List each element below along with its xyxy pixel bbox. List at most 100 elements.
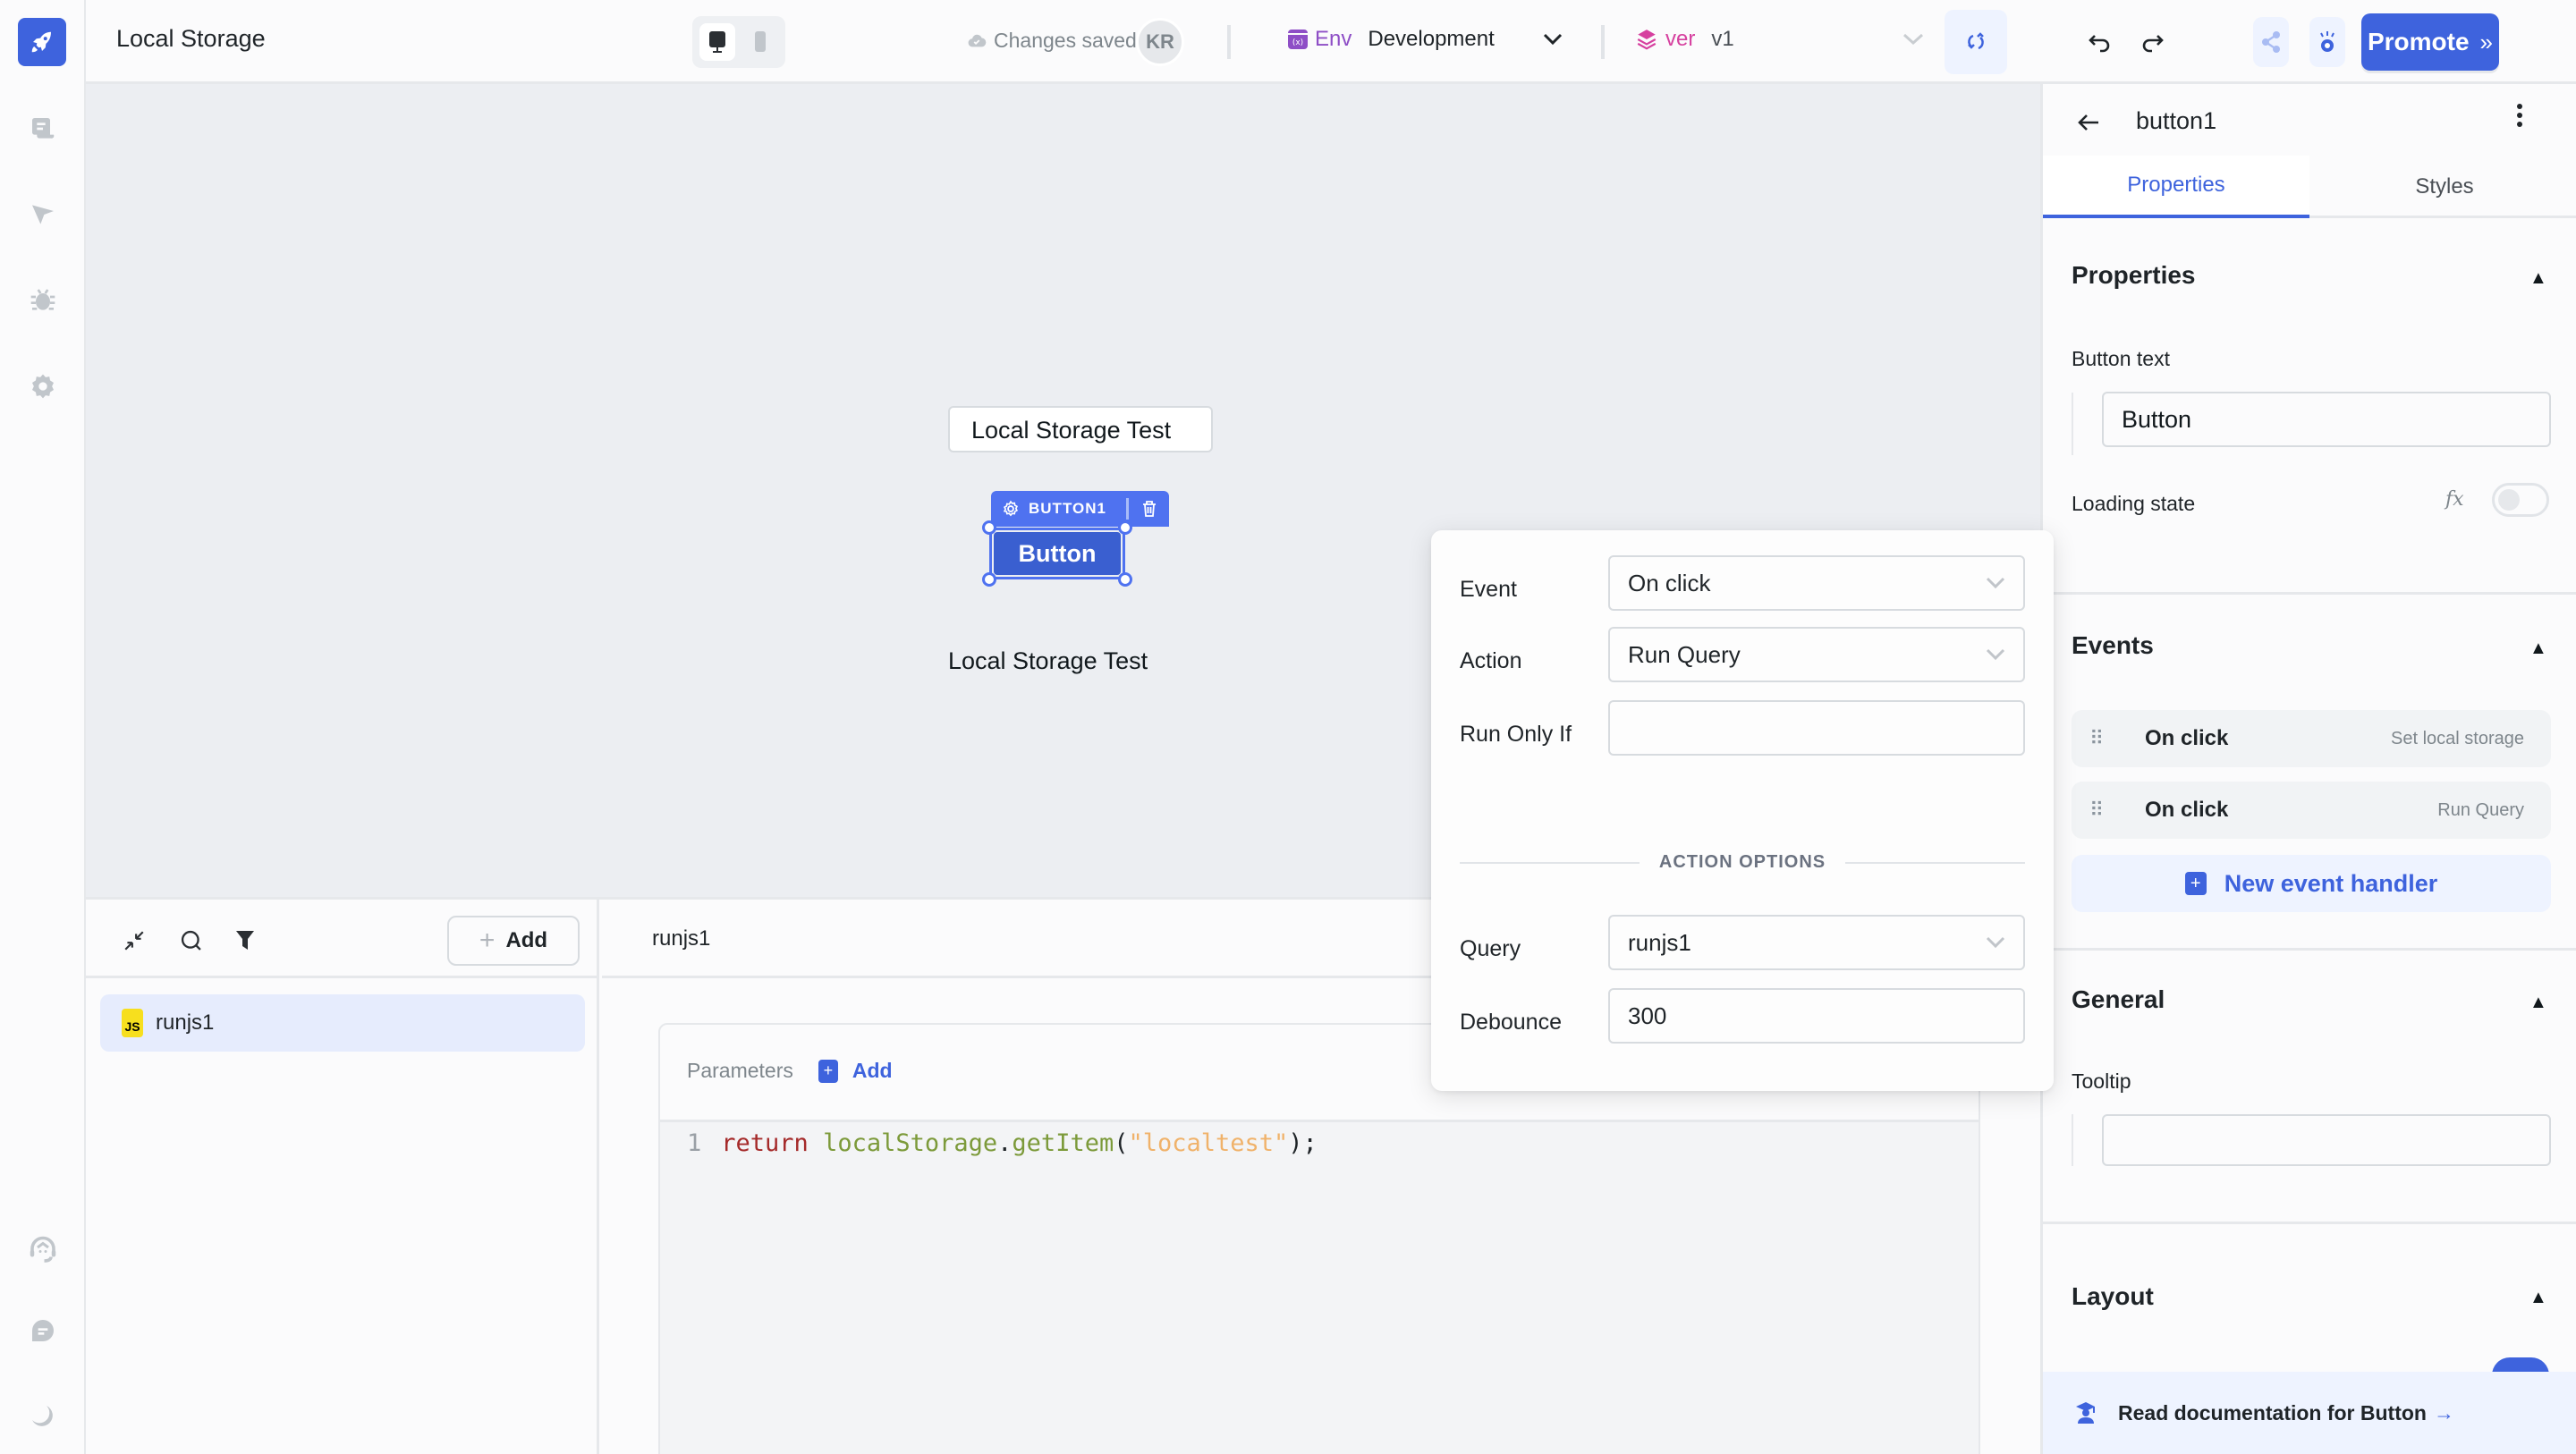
more-options-button[interactable] bbox=[2506, 102, 2533, 135]
debounce-input[interactable]: 300 bbox=[1608, 988, 2025, 1044]
redo-button[interactable] bbox=[2136, 27, 2168, 59]
action-options-divider: ACTION OPTIONS bbox=[1460, 852, 2026, 873]
fx-toggle[interactable]: fx bbox=[2445, 488, 2464, 511]
tooltip-label: Tooltip bbox=[2072, 1069, 2131, 1093]
line-number: 1 bbox=[687, 1129, 702, 1157]
sync-button[interactable] bbox=[1945, 10, 2007, 74]
action-label: Action bbox=[1460, 648, 1522, 673]
run-only-if-label: Run Only If bbox=[1460, 722, 1572, 747]
version-selector[interactable]: ver v1 bbox=[1635, 27, 1924, 52]
env-value: Development bbox=[1368, 27, 1495, 51]
divider bbox=[2043, 1222, 2576, 1224]
redo-icon bbox=[2142, 35, 2164, 53]
caret-up-icon[interactable]: ▲ bbox=[2529, 638, 2547, 659]
inspector-icon[interactable] bbox=[25, 197, 61, 232]
tab-styles[interactable]: Styles bbox=[2311, 156, 2576, 218]
save-status-text: Changes saved bbox=[994, 29, 1137, 52]
user-avatar[interactable]: KR bbox=[1136, 18, 1184, 66]
environment-selector[interactable]: (x) Env Development bbox=[1288, 27, 1563, 52]
code-method: getItem bbox=[1012, 1129, 1114, 1157]
resize-handle[interactable] bbox=[1118, 572, 1132, 587]
arrow-left-icon bbox=[2078, 114, 2098, 131]
resize-handle[interactable] bbox=[982, 520, 996, 535]
documentation-link[interactable]: Read documentation for Button → bbox=[2043, 1372, 2576, 1454]
share-icon bbox=[2262, 31, 2280, 53]
app-title[interactable]: Local Storage bbox=[116, 25, 266, 53]
app-logo[interactable] bbox=[18, 18, 66, 66]
event-select[interactable]: On click bbox=[1608, 555, 2025, 611]
debounce-label: Debounce bbox=[1460, 1010, 1562, 1035]
button-text-input[interactable]: Button bbox=[2102, 392, 2551, 447]
code-editor[interactable]: 1 return localStorage.getItem("localtest"… bbox=[660, 1120, 1979, 1454]
button-widget[interactable]: Button bbox=[994, 532, 1121, 575]
eye-icon bbox=[2320, 31, 2334, 52]
section-title-properties[interactable]: Properties bbox=[2072, 261, 2196, 290]
new-event-handler-button[interactable]: + New event handler bbox=[2072, 855, 2551, 912]
action-select[interactable]: Run Query bbox=[1608, 627, 2025, 682]
divider bbox=[1845, 861, 2026, 864]
query-select-value: runjs1 bbox=[1628, 928, 1691, 956]
double-chevron-right-icon: » bbox=[2479, 28, 2494, 55]
widget-name-label: BUTTON1 bbox=[1029, 500, 1106, 517]
run-only-if-input[interactable] bbox=[1608, 700, 2025, 756]
loading-state-toggle[interactable] bbox=[2492, 483, 2549, 517]
dark-mode-icon[interactable] bbox=[25, 1399, 61, 1434]
collapse-panel-button[interactable] bbox=[118, 925, 150, 957]
event-handler-item[interactable]: ⠿ On click Run Query bbox=[2072, 782, 2551, 839]
code-object: localStorage bbox=[823, 1129, 998, 1157]
add-query-button[interactable]: + Add bbox=[447, 916, 580, 966]
drag-handle-icon[interactable]: ⠿ bbox=[2089, 729, 2107, 748]
mobile-view-button[interactable] bbox=[742, 23, 778, 61]
divider bbox=[1227, 25, 1231, 59]
rocket-icon bbox=[31, 31, 51, 53]
button-text-label: Button text bbox=[2072, 347, 2170, 370]
section-title-general[interactable]: General bbox=[2072, 985, 2165, 1014]
tab-properties[interactable]: Properties bbox=[2043, 156, 2309, 218]
section-title-layout[interactable]: Layout bbox=[2072, 1282, 2154, 1311]
kebab-icon bbox=[2517, 104, 2522, 127]
resize-handle[interactable] bbox=[1118, 520, 1132, 535]
chevron-down-icon bbox=[1986, 936, 2005, 949]
caret-up-icon[interactable]: ▲ bbox=[2529, 1288, 2547, 1308]
code-punctuation: . bbox=[997, 1129, 1013, 1157]
back-button[interactable] bbox=[2077, 109, 2100, 139]
caret-up-icon[interactable]: ▲ bbox=[2529, 993, 2547, 1013]
resize-handle[interactable] bbox=[982, 572, 996, 587]
tooltip-input[interactable] bbox=[2102, 1114, 2551, 1166]
trash-icon[interactable] bbox=[1141, 500, 1157, 518]
code-keyword: return bbox=[721, 1129, 809, 1157]
settings-icon[interactable] bbox=[25, 368, 61, 404]
preview-button[interactable] bbox=[2309, 17, 2345, 67]
caret-up-icon[interactable]: ▲ bbox=[2529, 268, 2547, 289]
drag-handle-icon[interactable]: ⠿ bbox=[2089, 800, 2107, 820]
comments-icon[interactable] bbox=[25, 1313, 61, 1348]
section-title-events[interactable]: Events bbox=[2072, 631, 2154, 660]
divider bbox=[1460, 861, 1640, 864]
text-widget[interactable]: Local Storage Test bbox=[948, 647, 1148, 675]
event-handler-item[interactable]: ⠿ On click Set local storage bbox=[2072, 710, 2551, 767]
undo-button[interactable] bbox=[2084, 27, 2116, 59]
env-icon: (x) bbox=[1288, 30, 1308, 49]
query-list-item[interactable]: JS runjs1 bbox=[100, 994, 585, 1052]
promote-button[interactable]: Promote » bbox=[2361, 13, 2499, 71]
widget-config-handle[interactable]: BUTTON1 bbox=[991, 491, 1169, 527]
event-action: Run Query bbox=[2437, 799, 2524, 820]
pages-icon[interactable] bbox=[25, 111, 61, 147]
add-parameter-button[interactable]: + Add bbox=[818, 1059, 893, 1083]
query-name[interactable]: runjs1 bbox=[652, 926, 710, 951]
text-input-widget[interactable]: Local Storage Test bbox=[948, 406, 1213, 452]
search-icon bbox=[181, 930, 201, 951]
share-button[interactable] bbox=[2253, 17, 2289, 67]
debugger-icon[interactable] bbox=[25, 283, 61, 318]
graduation-cap-icon bbox=[2076, 1402, 2095, 1424]
support-icon[interactable] bbox=[25, 1232, 61, 1268]
filter-queries-button[interactable] bbox=[229, 925, 261, 957]
desktop-view-button[interactable] bbox=[699, 23, 735, 61]
plus-icon: + bbox=[479, 926, 496, 955]
component-name[interactable]: button1 bbox=[2136, 107, 2216, 135]
event-name: On click bbox=[2145, 726, 2229, 750]
query-select[interactable]: runjs1 bbox=[1608, 915, 2025, 970]
search-queries-button[interactable] bbox=[175, 925, 208, 957]
divider bbox=[2072, 393, 2073, 455]
divider bbox=[1601, 25, 1605, 59]
